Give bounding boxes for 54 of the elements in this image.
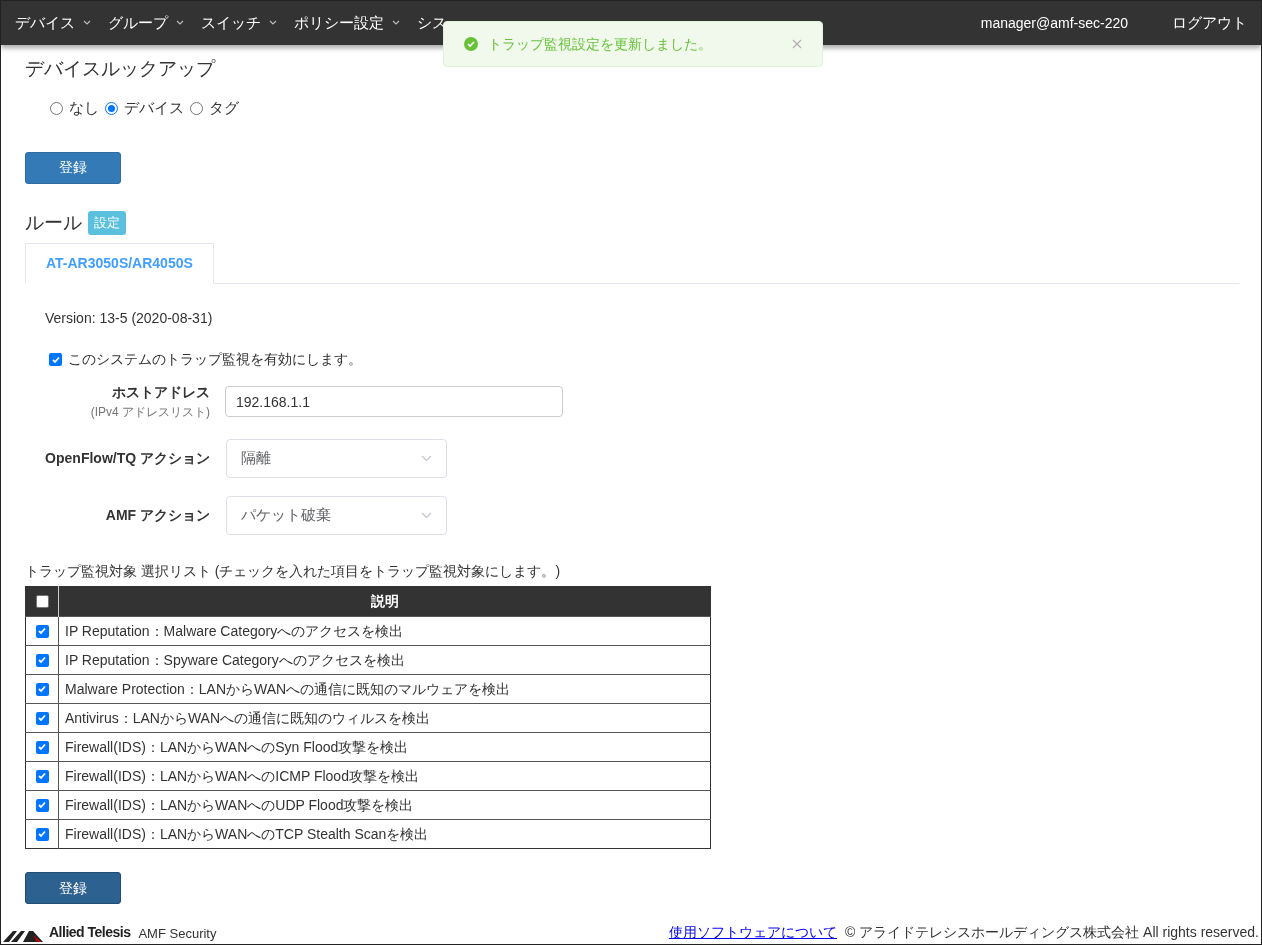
list-title: トラップ監視対象 選択リスト (チェックを入れた項目をトラップ監視対象にします。) <box>25 562 562 581</box>
radio-label: タグ <box>209 98 239 118</box>
row-checkbox[interactable] <box>35 827 49 841</box>
row-checkbox[interactable] <box>35 711 49 725</box>
radio-label: デバイス <box>124 98 184 118</box>
software-link[interactable]: 使用ソフトウェアについて <box>668 922 837 943</box>
table-cell: IP Reputation：Spyware Categoryへのアクセスを検出 <box>58 645 711 675</box>
field-label: ホストアドレス <box>112 383 210 402</box>
table-cell: Firewall(IDS)：LANからWANへのICMP Flood攻撃を検出 <box>58 761 711 791</box>
row-checkbox[interactable] <box>35 769 49 783</box>
row-checkbox[interactable] <box>35 798 49 812</box>
host-address-field[interactable]: 192.168.1.1 <box>225 386 563 417</box>
table-cell: IP Reputation：Malware Categoryへのアクセスを検出 <box>58 616 711 646</box>
chevron-down-icon <box>421 512 432 519</box>
product-name: AMF Security <box>138 924 217 943</box>
field-label: AMF アクション <box>104 506 210 525</box>
caret-icon <box>269 20 277 26</box>
field-hint: (IPv4 アドレスリスト) <box>90 404 210 421</box>
row-checkbox[interactable] <box>35 624 49 638</box>
table-header-cell: 説明 <box>58 586 711 617</box>
toast-message: トラップ監視設定を更新しました。 <box>488 34 713 54</box>
caret-icon <box>392 20 400 26</box>
nav-menu-item[interactable]: グループ <box>108 11 184 35</box>
nav-menu-item[interactable]: スイッチ <box>201 11 277 35</box>
check-circle-icon <box>464 37 478 51</box>
section-title: ルール <box>25 210 82 235</box>
caret-icon <box>176 20 184 26</box>
table-cell: Firewall(IDS)：LANからWANへのTCP Stealth Scanを検出 <box>58 819 711 849</box>
row-checkbox[interactable] <box>35 740 49 754</box>
row-checkbox[interactable] <box>35 653 49 667</box>
logout-link[interactable]: ログアウト <box>1172 11 1247 35</box>
nav-menu-item[interactable]: ポリシー設定 <box>294 11 400 35</box>
brand-name: Allied Telesis <box>49 923 131 942</box>
table-cell: Antivirus：LANからWANへの通信に既知のウィルスを検出 <box>58 703 711 733</box>
register-button[interactable]: 登録 <box>25 151 121 184</box>
checkbox-label: このシステムのトラップ監視を有効にします。 <box>68 350 362 369</box>
section-title: デバイスルックアップ <box>25 57 217 81</box>
user-name: manager@amf-sec-220 <box>980 13 1128 33</box>
table-cell: Firewall(IDS)：LANからWANへのUDP Flood攻撃を検出 <box>58 790 711 820</box>
table-cell: Firewall(IDS)：LANからWANへのSyn Flood攻撃を検出 <box>58 732 711 762</box>
field-label: OpenFlow/TQ アクション <box>45 449 210 468</box>
version-text: Version: 13-5 (2020-08-31) <box>45 309 214 328</box>
select-all-checkbox[interactable] <box>35 595 49 608</box>
table-cell: Malware Protection：LANからWANへの通信に既知のマルウェアを検出 <box>58 674 711 704</box>
action-select[interactable]: パケット破棄 <box>226 496 447 535</box>
enable-checkbox[interactable] <box>49 353 62 366</box>
copyright-text: © アライドテレシスホールディングス株式会社 All rights reserved. <box>844 923 1259 942</box>
row-checkbox[interactable] <box>35 682 49 696</box>
nav-menu-item[interactable]: デバイス <box>15 11 91 35</box>
chevron-down-icon <box>421 455 432 462</box>
caret-icon <box>83 20 91 26</box>
radio-label: なし <box>69 98 99 118</box>
action-select[interactable]: 隔離 <box>226 439 447 478</box>
register-button[interactable]: 登録 <box>25 872 121 904</box>
